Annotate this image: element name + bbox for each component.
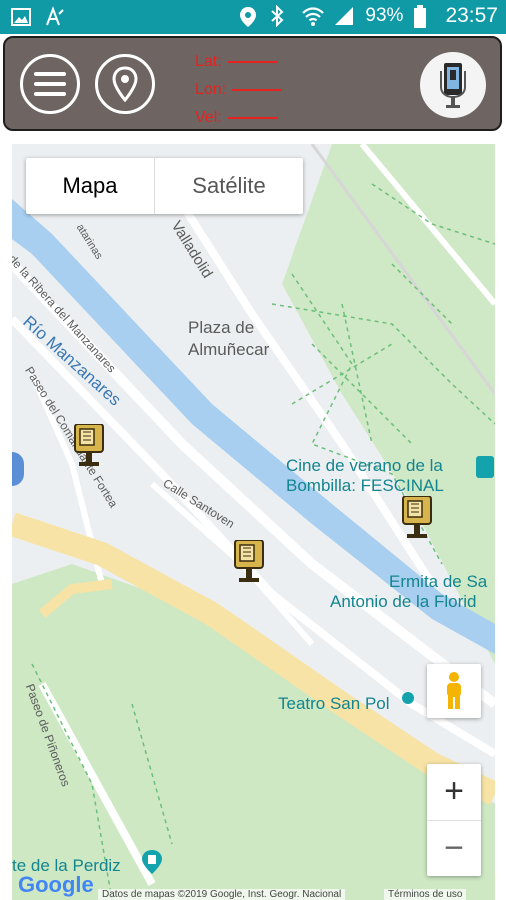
lon-label: Lon: (195, 81, 227, 98)
zoom-controls: + − (427, 764, 481, 876)
battery-icon (413, 5, 435, 28)
lat-label: Lat: (195, 53, 222, 70)
chess-rook-poi-icon[interactable] (141, 850, 163, 876)
poi-cine-line1[interactable]: Cine de verano de la (286, 456, 443, 476)
terms-link[interactable]: Términos de uso (384, 889, 467, 900)
phone-booth-button[interactable] (420, 52, 486, 118)
lat-value-placeholder (227, 61, 278, 63)
phone-booth-marker[interactable] (402, 495, 432, 545)
poi-cine-line2[interactable]: Bombilla: FESCINAL (286, 476, 444, 496)
app-header: Lat: Lon: Vel: (3, 36, 502, 131)
battery-percent: 93% (365, 5, 404, 26)
phone-booth-marker[interactable] (234, 539, 264, 589)
map-view[interactable]: Mapa Satélite Río Manzanares Plaza de Al… (12, 144, 495, 900)
map-pin-icon (112, 66, 138, 102)
pegman-icon (447, 672, 461, 709)
map-type-toggle: Mapa Satélite (26, 158, 303, 214)
google-logo: Google (18, 872, 94, 897)
poi-ermita-line1[interactable]: Ermita de Sa (389, 572, 487, 592)
theater-poi-icon[interactable] (402, 692, 414, 704)
phone-booth-icon (440, 63, 466, 108)
bluetooth-icon (269, 4, 291, 28)
location-icon (237, 5, 259, 27)
menu-button[interactable] (20, 54, 80, 114)
wifi-icon (301, 5, 325, 27)
coordinates-panel: Lat: Lon: Vel: (195, 48, 283, 132)
map-type-mapa-button[interactable]: Mapa (26, 158, 155, 214)
signal-icon (333, 5, 355, 27)
text-notification-icon (44, 6, 66, 28)
street-view-button[interactable] (427, 664, 481, 718)
poi-teatro-label[interactable]: Teatro San Pol (278, 694, 390, 714)
vel-label: Vel: (195, 109, 222, 126)
hamburger-icon (34, 72, 66, 96)
phone-booth-marker[interactable] (74, 423, 104, 473)
plaza-label-line1: Plaza de (188, 318, 255, 337)
vel-value-placeholder (227, 117, 278, 119)
status-bar: 93% 23:57 (0, 0, 506, 34)
zoom-out-button[interactable]: − (427, 821, 481, 877)
cinema-poi-icon[interactable] (476, 456, 494, 478)
zoom-in-button[interactable]: + (427, 764, 481, 821)
map-type-satellite-button[interactable]: Satélite (155, 158, 303, 214)
clock: 23:57 (445, 4, 498, 27)
map-attribution[interactable]: Datos de mapas ©2019 Google, Inst. Geogr… (98, 889, 346, 900)
image-notification-icon (10, 6, 32, 28)
plaza-label-line2: Almuñecar (188, 340, 270, 359)
lon-value-placeholder (232, 89, 283, 91)
poi-ermita-line2[interactable]: Antonio de la Florid (330, 592, 476, 612)
location-button[interactable] (95, 54, 155, 114)
